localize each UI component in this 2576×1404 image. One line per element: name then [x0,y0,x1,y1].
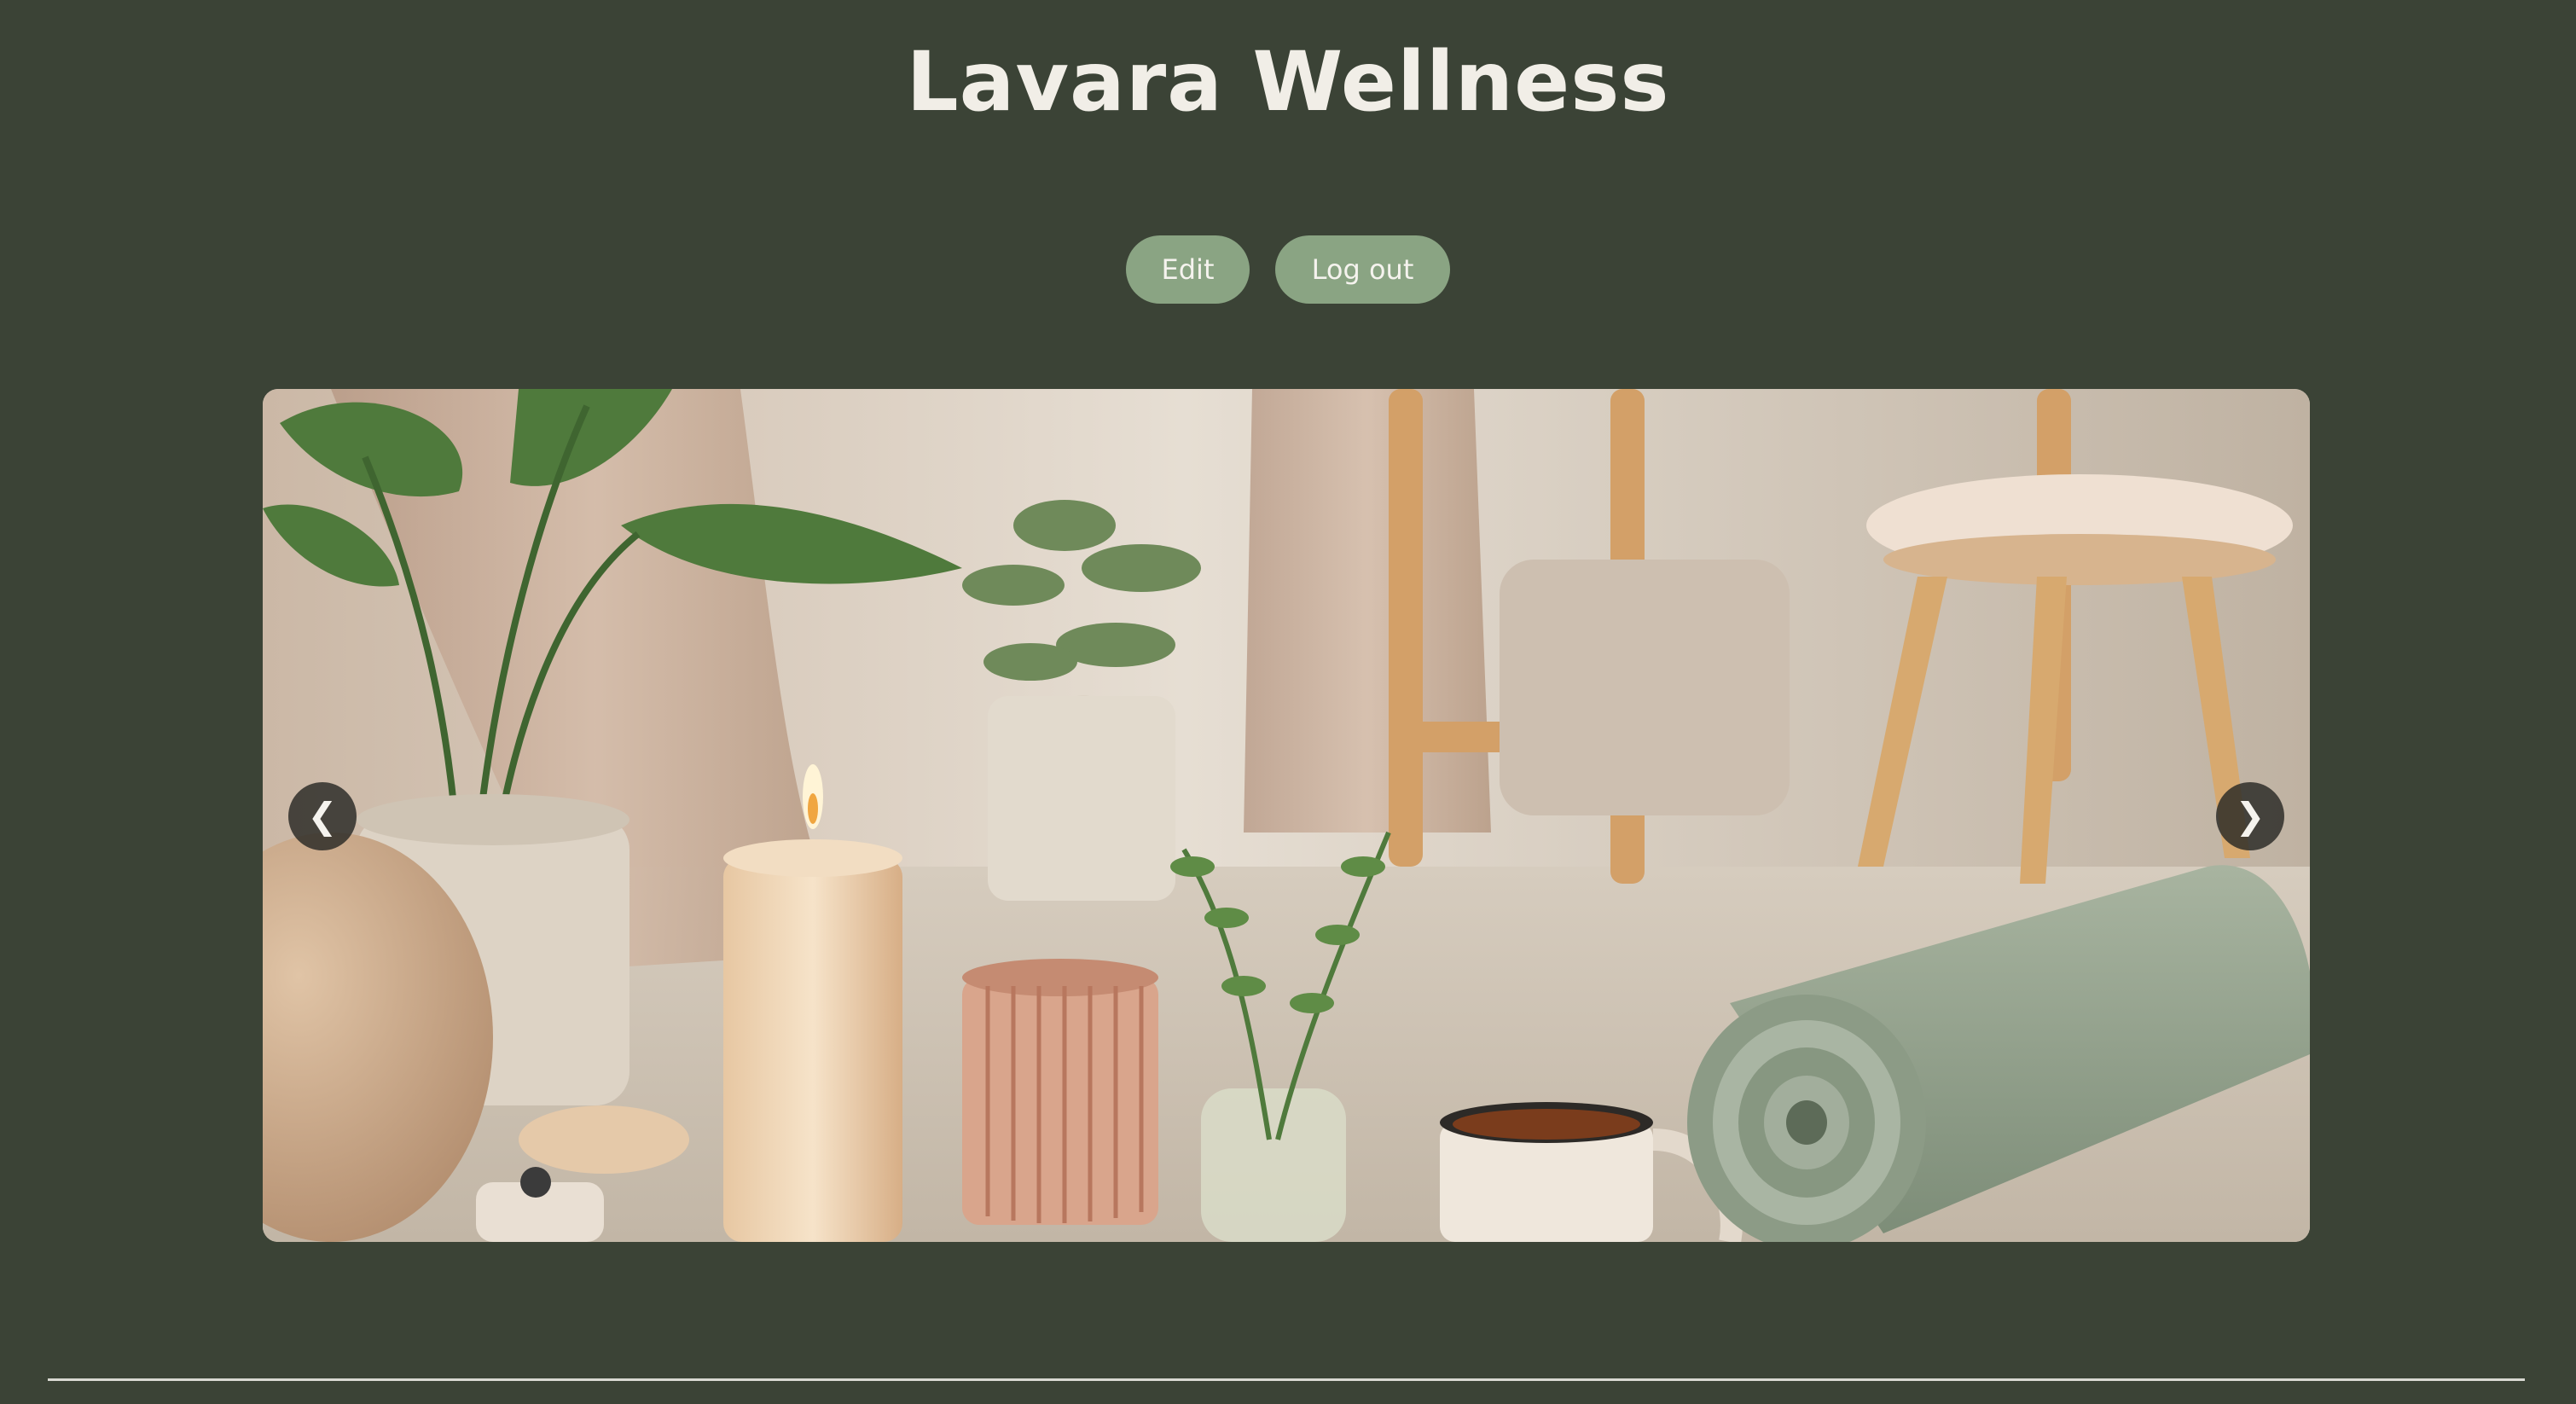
carousel-slide-image [263,389,2310,1242]
carousel-prev-button[interactable]: ❮ [288,782,357,850]
chevron-left-icon: ❮ [307,795,338,837]
site-title: Lavara Wellness [906,34,1670,130]
page: Lavara Wellness Edit Log out ❮ ❯ [0,0,2576,1404]
chevron-right-icon: ❯ [2235,795,2266,837]
image-carousel[interactable] [263,389,2310,1242]
carousel-next-button[interactable]: ❯ [2216,782,2284,850]
action-bar: Edit Log out [0,235,2576,304]
logout-button[interactable]: Log out [1275,235,1450,304]
edit-button[interactable]: Edit [1126,235,1250,304]
footer-divider [48,1378,2525,1381]
